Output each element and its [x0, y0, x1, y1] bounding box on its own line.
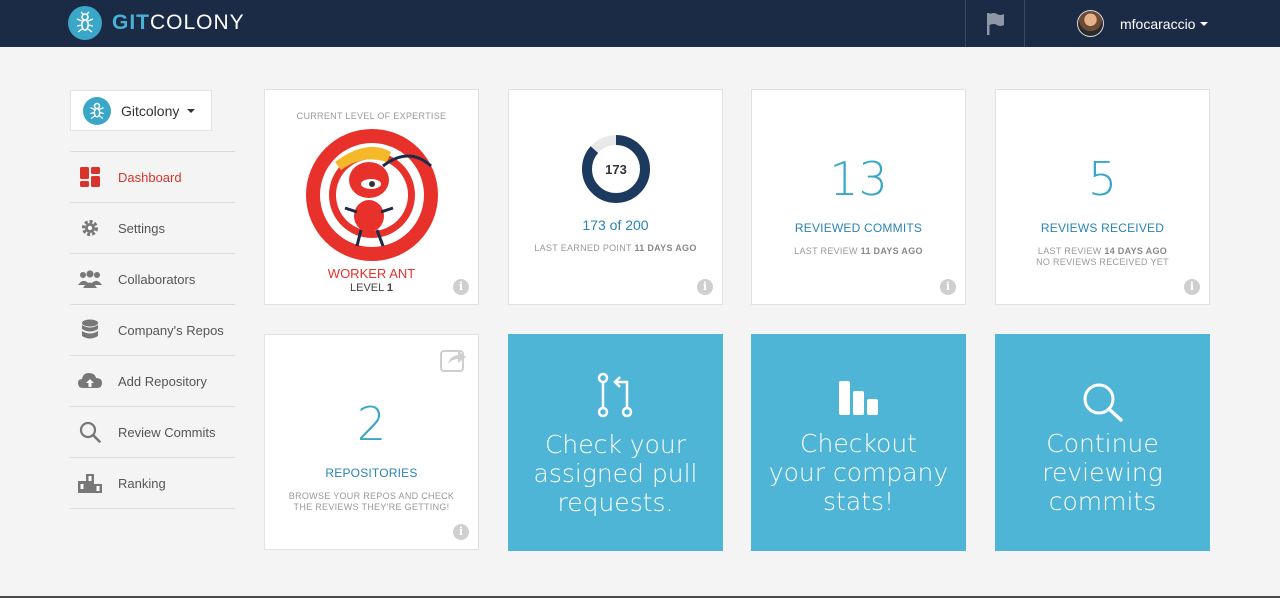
chevron-down-icon: [187, 108, 196, 113]
reviews-received-caption: LAST REVIEW 14 DAYS AGO: [996, 246, 1209, 256]
reviews-received-caption-line2: NO REVIEWS RECEIVED YET: [1036, 257, 1169, 267]
caption-prefix: LAST EARNED POINT: [534, 243, 632, 253]
cta-line: commits: [1048, 487, 1157, 516]
sidebar-item-label: Review Commits: [118, 424, 216, 440]
sidebar-item-label: Collaborators: [118, 271, 196, 287]
caption-prefix: LAST REVIEW: [794, 246, 858, 256]
cta-line: stats!: [823, 487, 894, 516]
info-icon[interactable]: i: [1184, 279, 1200, 295]
caption-bold: 11 DAYS AGO: [860, 246, 923, 256]
caption-bold: 11 DAYS AGO: [634, 243, 697, 253]
notifications-flag-button[interactable]: [966, 0, 1024, 47]
points-caption: LAST EARNED POINT 11 DAYS AGO: [509, 243, 722, 253]
expertise-card: CURRENT LEVEL OF EXPERTISE WORKER ANT LE…: [264, 89, 479, 305]
organization-name: Gitcolony: [121, 102, 180, 119]
share-arrow-icon[interactable]: [440, 347, 468, 373]
nav-divider: [1024, 0, 1025, 47]
search-icon: [1083, 383, 1123, 422]
repositories-caption-line2: THE REVIEWS THEY'RE GETTING!: [293, 502, 450, 512]
points-center-value: 173: [605, 162, 627, 177]
checkout-stats-card[interactable]: Checkout your company stats!: [751, 334, 966, 551]
info-icon[interactable]: i: [940, 279, 956, 295]
username: mfocaraccio: [1120, 15, 1196, 32]
repositories-count: 2: [356, 397, 387, 451]
sidebar-item-dashboard[interactable]: Dashboard: [70, 152, 235, 203]
cta-line: Checkout: [800, 429, 917, 458]
sidebar-item-label: Ranking: [118, 475, 166, 491]
sidebar-item-settings[interactable]: Settings: [70, 203, 235, 254]
repositories-card[interactable]: 2 REPOSITORIES BROWSE YOUR REPOS AND CHE…: [264, 334, 479, 550]
cta-line: assigned pull: [533, 459, 698, 488]
users-icon: [78, 267, 102, 291]
podium-icon: [78, 471, 102, 495]
repositories-caption-line1: BROWSE YOUR REPOS AND CHECK: [288, 491, 455, 501]
points-progress-ring: 173: [582, 135, 650, 203]
info-icon[interactable]: i: [453, 279, 469, 295]
sidebar-item-review-commits[interactable]: Review Commits: [70, 407, 235, 458]
expertise-level: LEVEL 1: [265, 282, 478, 294]
points-card: 173 173 of 200 LAST EARNED POINT 11 DAYS…: [508, 89, 723, 305]
reviews-received-card: 5 REVIEWS RECEIVED LAST REVIEW 14 DAYS A…: [995, 89, 1210, 305]
info-icon[interactable]: i: [697, 279, 713, 295]
continue-reviewing-card[interactable]: Continue reviewing commits: [995, 334, 1210, 551]
sidebar-item-label: Dashboard: [118, 169, 182, 185]
points-summary: 173 of 200: [582, 217, 649, 233]
sidebar-item-company-repos[interactable]: Company's Repos: [70, 305, 235, 356]
top-navbar: GITCOLONY mfocaraccio: [0, 0, 1280, 47]
cta-line: Check your: [544, 430, 687, 459]
gitcolony-logo[interactable]: GITCOLONY: [68, 6, 245, 40]
search-icon: [78, 420, 102, 444]
worker-ant-badge-icon: [306, 129, 438, 261]
sidebar-item-collaborators[interactable]: Collaborators: [70, 254, 235, 305]
grid-icon: [78, 165, 102, 189]
reviewed-commits-caption: LAST REVIEW 11 DAYS AGO: [752, 246, 965, 256]
organization-selector[interactable]: Gitcolony: [70, 90, 212, 131]
sidebar-item-label: Company's Repos: [118, 322, 224, 338]
reviews-received-count: 5: [1087, 152, 1118, 206]
ant-logo-icon: [68, 6, 102, 40]
cta-line: reviewing: [1042, 458, 1163, 487]
pull-request-icon: [597, 372, 633, 418]
gear-icon: [78, 216, 102, 240]
logo-git-text: GIT: [112, 11, 150, 34]
reviewed-commits-count: 13: [829, 152, 888, 206]
cloud-upload-icon: [78, 369, 102, 393]
caption-prefix: LAST REVIEW: [1037, 246, 1102, 256]
level-prefix: LEVEL: [349, 282, 384, 294]
logo-colony-text: COLONY: [150, 11, 245, 34]
repositories-title: REPOSITORIES: [325, 466, 418, 480]
sidebar-nav: Dashboard Settings Collaborators Company…: [70, 151, 235, 509]
caption-bold: 14 DAYS AGO: [1104, 246, 1168, 256]
database-icon: [78, 318, 102, 342]
cta-line: your company: [768, 458, 949, 487]
level-number: 1: [386, 282, 394, 294]
expertise-level-name: WORKER ANT: [327, 266, 416, 281]
info-icon[interactable]: i: [453, 524, 469, 540]
check-pull-requests-card[interactable]: Check your assigned pull requests.: [508, 334, 723, 551]
bar-chart-icon: [839, 381, 878, 415]
cta-text: Continue reviewing commits: [995, 429, 1210, 516]
sidebar-item-label: Add Repository: [118, 373, 207, 389]
cta-line: Continue: [1046, 429, 1159, 458]
ant-logo-icon: [83, 96, 111, 125]
reviews-received-title: REVIEWS RECEIVED: [1040, 221, 1165, 235]
logo-wordmark: GITCOLONY: [112, 11, 245, 35]
sidebar-item-add-repository[interactable]: Add Repository: [70, 356, 235, 407]
cta-text: Checkout your company stats!: [751, 429, 966, 516]
chevron-down-icon: [1200, 21, 1209, 26]
user-menu[interactable]: mfocaraccio: [1077, 10, 1209, 37]
expertise-heading: CURRENT LEVEL OF EXPERTISE: [296, 111, 447, 121]
sidebar-item-ranking[interactable]: Ranking: [70, 458, 235, 509]
cta-line: requests.: [557, 488, 674, 517]
cta-text: Check your assigned pull requests.: [508, 430, 723, 517]
reviewed-commits-card: 13 REVIEWED COMMITS LAST REVIEW 11 DAYS …: [751, 89, 966, 305]
sidebar-item-label: Settings: [118, 220, 165, 236]
reviewed-commits-title: REVIEWED COMMITS: [794, 221, 923, 235]
avatar: [1077, 10, 1104, 37]
flag-icon: [987, 12, 1004, 35]
